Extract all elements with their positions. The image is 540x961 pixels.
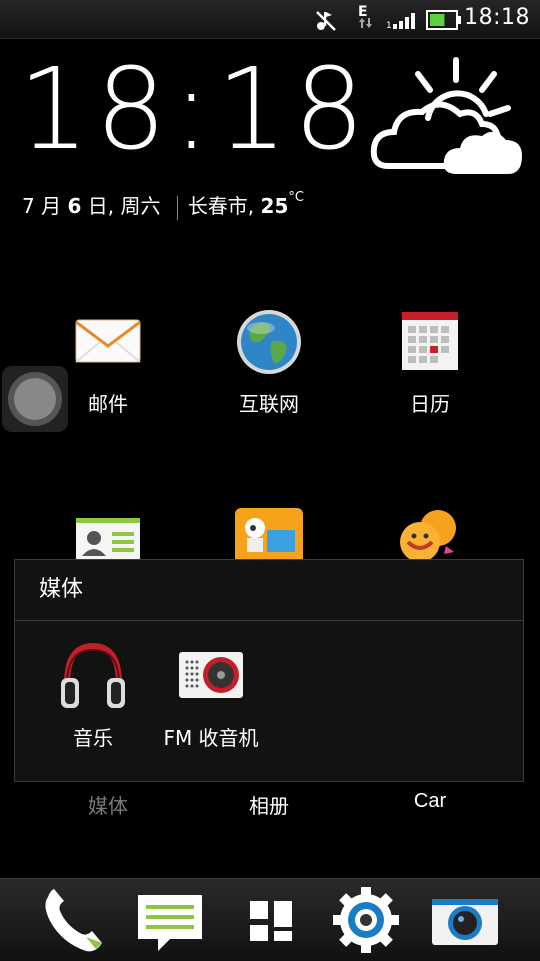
app-music[interactable]: 音乐 — [51, 640, 135, 751]
folder-title[interactable]: 媒体 — [15, 560, 523, 621]
battery-icon — [426, 10, 462, 34]
date-weather-line[interactable]: 7 月 6 日, 周六 长春市, 25°C — [22, 190, 304, 220]
date-day: 6 — [67, 194, 82, 218]
app-label-car[interactable]: Car — [350, 790, 510, 813]
signal-strength-icon: 1 — [386, 10, 420, 34]
app-label-mail: 邮件 — [88, 392, 128, 416]
temperature-unit: °C — [288, 190, 304, 205]
data-network-icon: E — [354, 2, 376, 38]
partly-cloudy-icon[interactable] — [368, 56, 528, 180]
calendar-icon — [394, 306, 466, 378]
date-month: 7 — [22, 194, 35, 218]
weather-temperature: 25 — [260, 194, 289, 218]
camera-icon[interactable] — [430, 885, 502, 955]
weather-city: 长春市, — [187, 194, 255, 218]
globe-icon — [233, 306, 305, 378]
folder-label-media[interactable]: 媒体 — [28, 790, 188, 819]
media-folder-popup[interactable]: 媒体 音乐 FM 收音机 — [14, 559, 524, 782]
app-label-internet: 互联网 — [239, 392, 299, 416]
app-fm-radio[interactable]: FM 收音机 — [161, 640, 261, 751]
app-calendar[interactable]: 日历 — [350, 306, 510, 417]
svg-text:1: 1 — [386, 21, 392, 30]
mail-icon — [72, 306, 144, 378]
app-label-gallery[interactable]: 相册 — [189, 790, 349, 819]
phone-icon[interactable] — [36, 885, 108, 955]
status-time: 18:18 — [464, 5, 530, 30]
radio-icon — [175, 640, 247, 712]
settings-icon[interactable] — [330, 885, 402, 955]
folder-app-label-fm-radio: FM 收音机 — [163, 726, 259, 750]
music-muted-icon — [314, 8, 338, 36]
dock-bar — [0, 878, 540, 961]
all-apps-icon[interactable] — [234, 885, 306, 955]
app-label-calendar: 日历 — [410, 392, 450, 416]
app-internet[interactable]: 互联网 — [189, 306, 349, 417]
date-day-unit: 日, 周六 — [87, 194, 161, 218]
app-mail[interactable]: 邮件 — [28, 306, 188, 417]
date-divider — [176, 195, 178, 220]
folder-app-label-music: 音乐 — [73, 726, 113, 750]
messages-icon[interactable] — [134, 885, 206, 955]
date-month-unit: 月 — [41, 194, 62, 218]
clock-time[interactable]: 18:18 — [18, 54, 371, 166]
status-bar[interactable]: E 1 18:18 — [0, 0, 540, 39]
network-type-label: E — [358, 4, 368, 20]
headphones-icon — [57, 640, 129, 712]
